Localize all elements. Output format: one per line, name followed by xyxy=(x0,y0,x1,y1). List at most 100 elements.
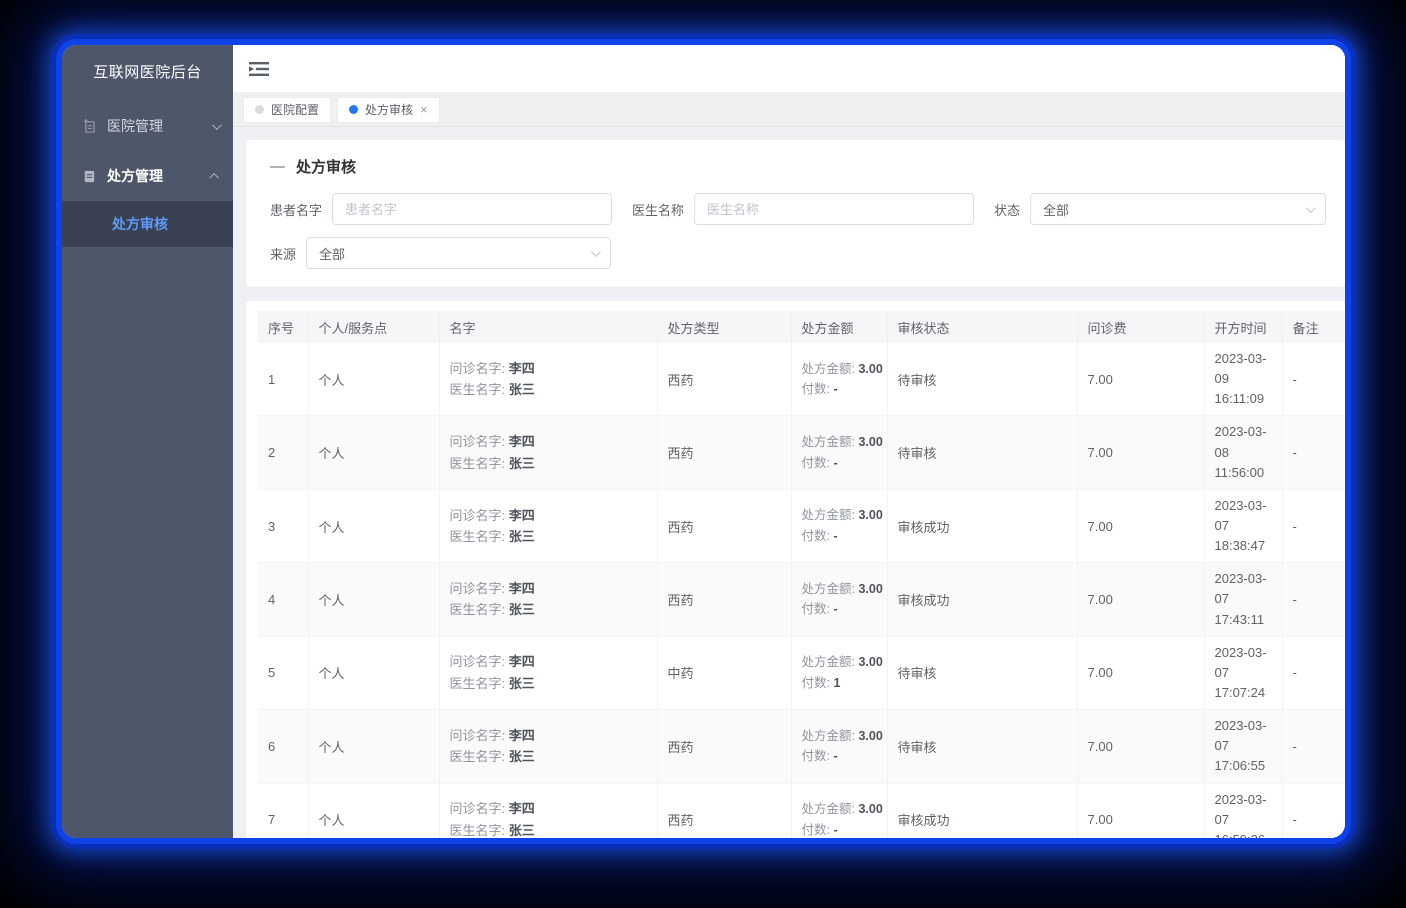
cell-status: 待审核 xyxy=(887,636,1077,709)
cell-point: 个人 xyxy=(308,710,439,783)
cell-amount: 处方金额: 3.00 付数: - xyxy=(791,783,887,838)
table-row[interactable]: 6 个人 问诊名字: 李四 医生名字: 张三 西药 处方金额: 3.00 付数:… xyxy=(258,710,1345,783)
cell-index: 2 xyxy=(258,416,308,489)
cell-point: 个人 xyxy=(308,489,439,562)
filter-row-2: 来源 全部 xyxy=(270,237,1321,269)
cell-note: - xyxy=(1282,563,1345,636)
table-row[interactable]: 7 个人 问诊名字: 李四 医生名字: 张三 西药 处方金额: 3.00 付数:… xyxy=(258,783,1345,838)
table-row[interactable]: 3 个人 问诊名字: 李四 医生名字: 张三 西药 处方金额: 3.00 付数:… xyxy=(258,489,1345,562)
cell-type: 西药 xyxy=(657,783,791,838)
cell-note: - xyxy=(1282,343,1345,416)
doctor-name-group: 医生名称 xyxy=(632,193,974,225)
cell-type: 西药 xyxy=(657,489,791,562)
sidebar: 互联网医院后台 医院管理 处方管理 处方审核 xyxy=(62,45,233,838)
cell-date: 2023-03-08 11:56:00 xyxy=(1204,416,1282,489)
clipboard-icon xyxy=(82,169,97,184)
sidebar-subitem-label: 处方审核 xyxy=(112,214,168,234)
chevron-down-icon xyxy=(212,120,222,130)
cell-fee: 7.00 xyxy=(1077,563,1204,636)
tab-bar: 医院配置 处方审核 × xyxy=(233,93,1345,127)
cell-point: 个人 xyxy=(308,636,439,709)
patient-name-label: 患者名字 xyxy=(270,200,322,219)
cell-name: 问诊名字: 李四 医生名字: 张三 xyxy=(439,783,657,838)
cell-type: 西药 xyxy=(657,563,791,636)
sidebar-item-label: 医院管理 xyxy=(107,116,212,136)
cell-index: 1 xyxy=(258,343,308,416)
table-row[interactable]: 2 个人 问诊名字: 李四 医生名字: 张三 西药 处方金额: 3.00 付数:… xyxy=(258,416,1345,489)
cell-note: - xyxy=(1282,710,1345,783)
app-window: 互联网医院后台 医院管理 处方管理 处方审核 xyxy=(62,45,1345,838)
cell-fee: 7.00 xyxy=(1077,636,1204,709)
cell-index: 3 xyxy=(258,489,308,562)
cell-point: 个人 xyxy=(308,343,439,416)
sidebar-item-hospital-manage[interactable]: 医院管理 xyxy=(62,101,233,151)
cell-status: 待审核 xyxy=(887,343,1077,416)
cell-amount: 处方金额: 3.00 付数: - xyxy=(791,563,887,636)
cell-date: 2023-03-07 17:07:24 xyxy=(1204,636,1282,709)
cell-status: 待审核 xyxy=(887,710,1077,783)
table-row[interactable]: 4 个人 问诊名字: 李四 医生名字: 张三 西药 处方金额: 3.00 付数:… xyxy=(258,563,1345,636)
app-title: 互联网医院后台 xyxy=(62,45,233,101)
sidebar-subitem-prescription-review[interactable]: 处方审核 xyxy=(62,201,233,247)
cell-amount: 处方金额: 3.00 付数: - xyxy=(791,710,887,783)
tab-prescription-review[interactable]: 处方审核 × xyxy=(337,97,440,123)
cell-fee: 7.00 xyxy=(1077,710,1204,783)
table-body: 1 个人 问诊名字: 李四 医生名字: 张三 西药 处方金额: 3.00 付数:… xyxy=(258,343,1345,838)
source-select[interactable]: 全部 xyxy=(306,237,611,269)
cell-index: 5 xyxy=(258,636,308,709)
status-select[interactable]: 全部 xyxy=(1030,193,1326,225)
source-select-value: 全部 xyxy=(319,244,345,263)
cell-point: 个人 xyxy=(308,783,439,838)
cell-amount: 处方金额: 3.00 付数: - xyxy=(791,416,887,489)
cell-type: 西药 xyxy=(657,710,791,783)
cell-note: - xyxy=(1282,416,1345,489)
cell-amount: 处方金额: 3.00 付数: - xyxy=(791,343,887,416)
cell-note: - xyxy=(1282,489,1345,562)
table-row[interactable]: 5 个人 问诊名字: 李四 医生名字: 张三 中药 处方金额: 3.00 付数:… xyxy=(258,636,1345,709)
cell-note: - xyxy=(1282,783,1345,838)
main-area: 医院配置 处方审核 × — 处方审核 患者名字 xyxy=(233,45,1345,838)
cell-status: 待审核 xyxy=(887,416,1077,489)
sidebar-item-prescription-manage[interactable]: 处方管理 xyxy=(62,151,233,201)
tab-hospital-config[interactable]: 医院配置 xyxy=(243,97,331,123)
cell-status: 审核成功 xyxy=(887,489,1077,562)
doctor-name-label: 医生名称 xyxy=(632,200,684,219)
document-plus-icon xyxy=(82,119,97,134)
column-header: 名字 xyxy=(439,311,657,343)
tab-dot-icon xyxy=(255,105,264,114)
cell-point: 个人 xyxy=(308,416,439,489)
cell-fee: 7.00 xyxy=(1077,343,1204,416)
cell-name: 问诊名字: 李四 医生名字: 张三 xyxy=(439,563,657,636)
table-header-row: 序号个人/服务点名字处方类型处方金额审核状态问诊费开方时间备注 xyxy=(258,311,1345,343)
cell-amount: 处方金额: 3.00 付数: 1 xyxy=(791,636,887,709)
cell-type: 中药 xyxy=(657,636,791,709)
patient-name-group: 患者名字 xyxy=(270,193,612,225)
status-select-value: 全部 xyxy=(1043,200,1069,219)
source-label: 来源 xyxy=(270,244,296,263)
column-header: 问诊费 xyxy=(1077,311,1204,343)
tab-label: 处方审核 xyxy=(365,101,413,118)
cell-name: 问诊名字: 李四 医生名字: 张三 xyxy=(439,710,657,783)
cell-fee: 7.00 xyxy=(1077,489,1204,562)
cell-name: 问诊名字: 李四 医生名字: 张三 xyxy=(439,636,657,709)
cell-fee: 7.00 xyxy=(1077,416,1204,489)
cell-point: 个人 xyxy=(308,563,439,636)
table-row[interactable]: 1 个人 问诊名字: 李四 医生名字: 张三 西药 处方金额: 3.00 付数:… xyxy=(258,343,1345,416)
cell-name: 问诊名字: 李四 医生名字: 张三 xyxy=(439,489,657,562)
status-group: 状态 全部 xyxy=(994,193,1326,225)
column-header: 个人/服务点 xyxy=(308,311,439,343)
cell-name: 问诊名字: 李四 医生名字: 张三 xyxy=(439,416,657,489)
close-icon[interactable]: × xyxy=(420,103,428,116)
cell-name: 问诊名字: 李四 医生名字: 张三 xyxy=(439,343,657,416)
patient-name-input[interactable] xyxy=(332,193,612,225)
cell-note: - xyxy=(1282,636,1345,709)
menu-fold-icon[interactable] xyxy=(249,61,269,77)
cell-status: 审核成功 xyxy=(887,783,1077,838)
filter-row-1: 患者名字 医生名称 状态 全部 药 xyxy=(270,193,1321,225)
doctor-name-input[interactable] xyxy=(694,193,974,225)
cell-date: 2023-03-07 16:59:26 xyxy=(1204,783,1282,838)
page-title: — 处方审核 xyxy=(270,156,1321,177)
cell-type: 西药 xyxy=(657,343,791,416)
column-header: 备注 xyxy=(1282,311,1345,343)
column-header: 处方类型 xyxy=(657,311,791,343)
